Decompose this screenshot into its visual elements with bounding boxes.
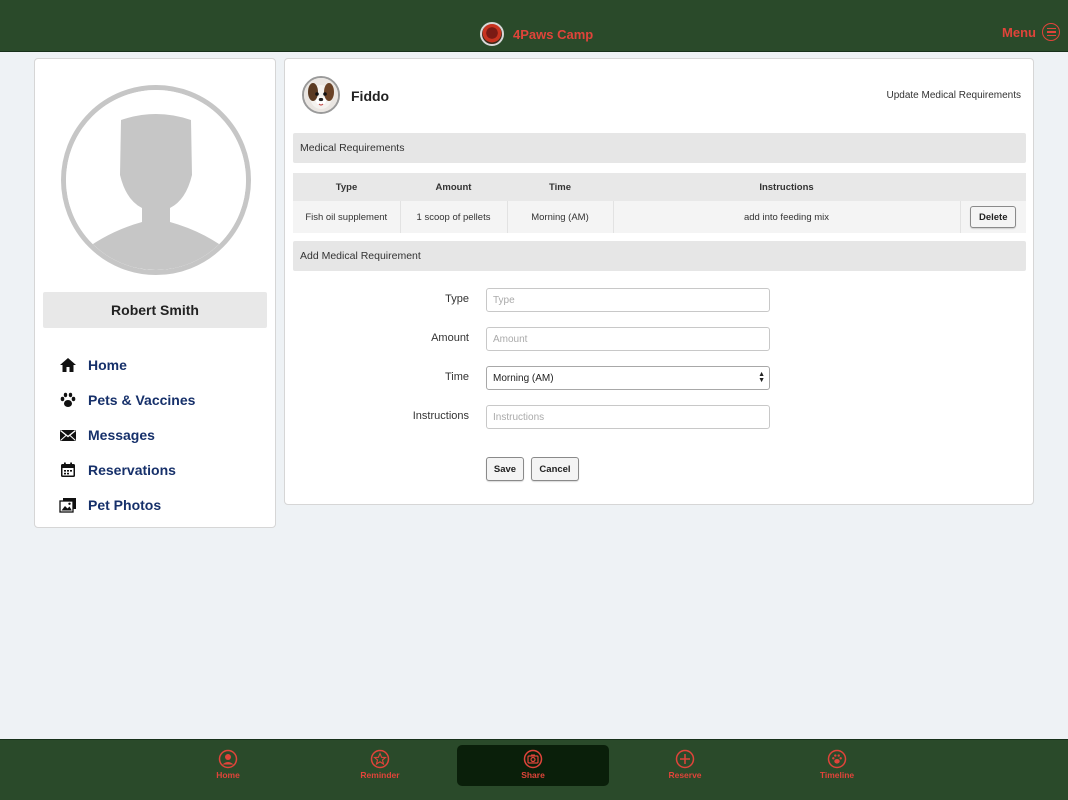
user-avatar (61, 85, 251, 275)
add-medical-requirement-header: Add Medical Requirement (293, 241, 1026, 271)
camera-icon (523, 749, 543, 769)
form-row-instructions: Instructions (293, 405, 1026, 429)
sidebar-nav: Home Pets & Vaccines Messages Reservatio… (59, 347, 195, 522)
envelope-icon (59, 426, 77, 444)
hamburger-icon (1042, 23, 1060, 41)
sidebar-item-pets-vaccines[interactable]: Pets & Vaccines (59, 382, 195, 417)
calendar-icon (59, 461, 77, 479)
delete-button[interactable]: Delete (970, 206, 1017, 228)
tab-share[interactable]: Share (457, 745, 609, 786)
time-label: Time (444, 371, 469, 383)
column-header-amount: Amount (400, 173, 507, 201)
instructions-label: Instructions (412, 410, 469, 422)
column-header-type: Type (293, 173, 400, 201)
photos-icon (59, 496, 77, 514)
tab-reserve[interactable]: Reserve (609, 745, 761, 786)
star-icon (370, 749, 390, 769)
profile-card: Robert Smith Home Pets & Vaccines Messag… (34, 58, 276, 528)
tab-label: Reserve (668, 770, 702, 780)
form-row-type: Type (293, 288, 1026, 312)
cell-amount: 1 scoop of pellets (400, 201, 508, 233)
table-row: Fish oil supplement 1 scoop of pellets M… (293, 201, 1026, 233)
save-button[interactable]: Save (486, 457, 524, 481)
amount-input[interactable] (486, 327, 770, 351)
tab-timeline[interactable]: Timeline (761, 745, 913, 786)
cancel-button[interactable]: Cancel (531, 457, 579, 481)
medical-requirements-card: Fiddo Update Medical Requirements Medica… (284, 58, 1034, 505)
brand-logo (480, 22, 504, 46)
cell-time: Morning (AM) (507, 201, 614, 233)
tab-home[interactable]: Home (152, 745, 304, 786)
table-header-row: Type Amount Time Instructions (293, 173, 1026, 201)
menu-label: Menu (1002, 24, 1036, 40)
top-bar: 4Paws Camp Menu (0, 0, 1068, 52)
form-row-amount: Amount (293, 327, 1026, 351)
time-select-value: Morning (AM) (493, 372, 554, 384)
paw-circle-icon (827, 749, 847, 769)
paw-icon (59, 391, 77, 409)
sidebar-item-label: Messages (88, 426, 155, 443)
time-select[interactable]: Morning (AM) ▲ ▼ (486, 366, 770, 390)
select-arrows-icon: ▲ ▼ (758, 371, 765, 384)
plus-circle-icon (675, 749, 695, 769)
tab-label: Home (216, 770, 240, 780)
pet-name: Fiddo (351, 88, 390, 104)
home-icon (59, 356, 77, 374)
tab-reminder[interactable]: Reminder (304, 745, 456, 786)
instructions-input[interactable] (486, 405, 770, 429)
menu-button[interactable]: Menu (1002, 23, 1060, 41)
tab-label: Timeline (819, 770, 855, 780)
form-row-time: Time Morning (AM) ▲ ▼ (293, 366, 1026, 390)
sidebar-item-pet-photos[interactable]: Pet Photos (59, 487, 195, 522)
sidebar-item-label: Home (88, 356, 127, 373)
brand[interactable]: 4Paws Camp (480, 22, 593, 46)
sidebar-item-home[interactable]: Home (59, 347, 195, 382)
sidebar-item-label: Reservations (88, 461, 176, 478)
column-header-actions (960, 173, 1026, 201)
user-circle-icon (218, 749, 238, 769)
medical-requirements-table: Type Amount Time Instructions Fish oil s… (293, 173, 1026, 233)
sidebar-item-messages[interactable]: Messages (59, 417, 195, 452)
column-header-instructions: Instructions (613, 173, 960, 201)
tab-label: Reminder (360, 770, 400, 780)
app-name: 4Paws Camp (513, 26, 594, 42)
tab-label: Share (521, 770, 545, 780)
pet-avatar (302, 76, 340, 114)
type-label: Type (445, 293, 469, 305)
amount-label: Amount (431, 332, 469, 344)
type-input[interactable] (486, 288, 770, 312)
cell-actions: Delete (960, 201, 1026, 233)
medical-requirements-header: Medical Requirements (293, 133, 1026, 163)
update-medical-requirements-link[interactable]: Update Medical Requirements (886, 90, 1021, 101)
column-header-time: Time (507, 173, 613, 201)
sidebar-item-label: Pet Photos (88, 496, 162, 513)
cell-type: Fish oil supplement (293, 201, 401, 233)
cell-instructions: add into feeding mix (613, 201, 961, 233)
user-name: Robert Smith (43, 292, 267, 328)
sidebar-item-label: Pets & Vaccines (88, 391, 196, 408)
bottom-nav: Home Reminder Share Reserve Timeline (0, 739, 1068, 800)
sidebar-item-reservations[interactable]: Reservations (59, 452, 195, 487)
